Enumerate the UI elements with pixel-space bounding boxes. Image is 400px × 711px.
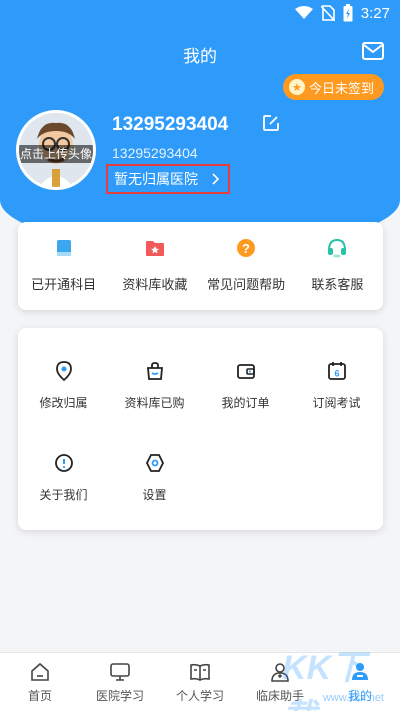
service-about-us[interactable]: 关于我们 — [18, 452, 109, 503]
bag-icon — [146, 362, 163, 380]
quick-item-label: 常见问题帮助 — [207, 278, 286, 293]
avatar-upload-label[interactable]: 点击上传头像 — [19, 145, 93, 163]
signin-button[interactable]: ★ 今日未签到 — [282, 74, 384, 100]
service-subscribe-exam[interactable]: 6 订阅考试 — [291, 360, 382, 411]
status-time: 3:27 — [360, 4, 390, 22]
tab-hospital-learning[interactable]: 医院学习 — [80, 653, 160, 711]
settings-icon — [145, 454, 164, 472]
watermark-url: www.kkx.net — [322, 692, 384, 704]
service-label: 修改归属 — [39, 396, 88, 410]
no-sim-icon — [320, 5, 335, 21]
quick-menu-card: 已开通科目 资料库收藏 ? 常见问题帮助 联系客服 — [18, 222, 383, 310]
quick-item-favorites[interactable]: 资料库收藏 — [109, 222, 200, 310]
service-label: 关于我们 — [39, 488, 88, 502]
hospital-label: 暂无归属医院 — [114, 172, 198, 188]
quick-item-label: 已开通科目 — [31, 278, 97, 293]
service-label: 订阅考试 — [312, 396, 361, 410]
tab-label: 医院学习 — [95, 689, 144, 703]
battery-icon — [343, 4, 353, 22]
hospital-affiliation-link[interactable]: 暂无归属医院 — [106, 164, 230, 194]
quick-item-label: 资料库收藏 — [122, 278, 188, 293]
quick-item-subjects[interactable]: 已开通科目 — [18, 222, 109, 310]
headset-icon — [328, 238, 347, 258]
watermark: KK下载 www.kkx.net — [282, 640, 392, 711]
tab-home[interactable]: 首页 — [0, 653, 80, 711]
service-change-affiliation[interactable]: 修改归属 — [18, 360, 109, 411]
service-label: 设置 — [142, 488, 167, 502]
services-card: 修改归属 资料库已购 我的订单 6 订阅考试 关于我们 设置 — [18, 328, 383, 530]
phone-number: 13295293404 — [112, 145, 198, 161]
mail-icon[interactable] — [362, 42, 384, 60]
calendar-icon: 6 — [327, 362, 346, 380]
star-icon: ★ — [288, 79, 305, 95]
info-icon — [54, 454, 73, 472]
signin-label: 今日未签到 — [308, 81, 374, 97]
svg-text:?: ? — [242, 241, 250, 256]
wifi-icon — [294, 6, 313, 19]
home-icon — [31, 662, 49, 681]
service-label: 我的订单 — [221, 396, 270, 410]
svg-text:6: 6 — [334, 369, 339, 379]
quick-item-help[interactable]: ? 常见问题帮助 — [201, 222, 292, 310]
tab-personal-learning[interactable]: 个人学习 — [160, 653, 240, 711]
avatar[interactable]: 点击上传头像 — [16, 110, 96, 190]
tab-label: 首页 — [27, 689, 52, 703]
page-title: 我的 — [183, 47, 217, 67]
quick-item-label: 联系客服 — [311, 278, 364, 293]
quick-item-service[interactable]: 联系客服 — [292, 222, 383, 310]
book-icon — [56, 240, 71, 256]
service-settings[interactable]: 设置 — [109, 452, 200, 503]
username: 13295293404 — [112, 114, 229, 135]
location-icon — [55, 361, 72, 382]
chevron-right-icon — [212, 173, 220, 185]
tab-label: 个人学习 — [175, 689, 224, 703]
service-purchased[interactable]: 资料库已购 — [109, 360, 200, 411]
status-bar: 3:27 — [0, 0, 400, 28]
wallet-icon — [236, 364, 255, 379]
question-icon: ? — [237, 239, 256, 257]
edit-icon[interactable] — [262, 114, 280, 132]
monitor-icon — [110, 663, 130, 681]
service-orders[interactable]: 我的订单 — [200, 360, 291, 411]
service-label: 资料库已购 — [124, 396, 185, 410]
star-folder-icon — [145, 241, 164, 256]
open-book-icon — [190, 663, 210, 681]
